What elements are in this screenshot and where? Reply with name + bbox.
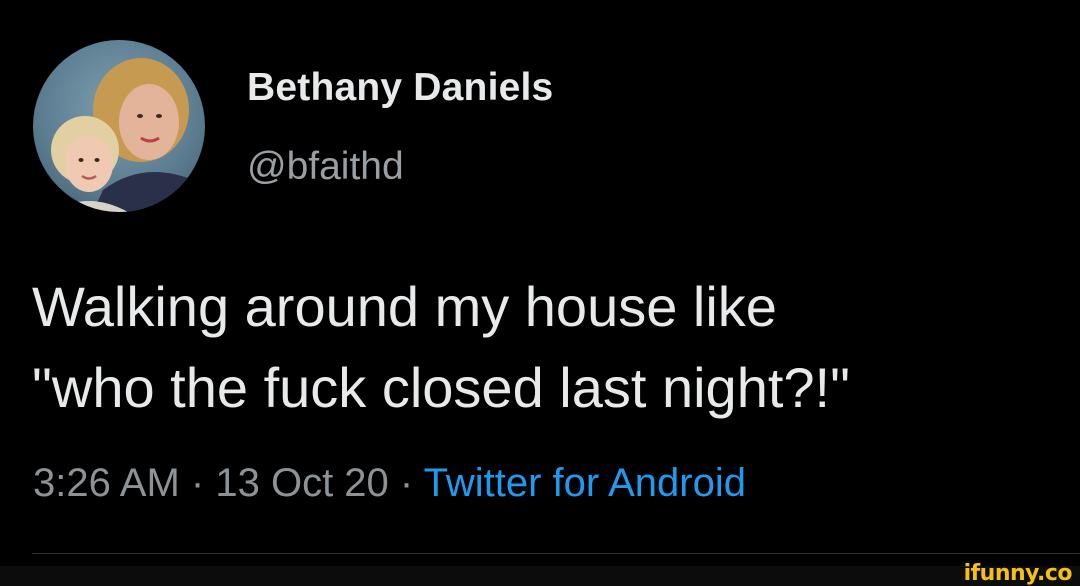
tweet-date[interactable]: 13 Oct 20 [215,461,388,505]
tweet-text: Walking around my house like "who the fu… [32,266,1072,428]
author-handle[interactable]: @bfaithd [247,145,404,189]
author-display-name[interactable]: Bethany Daniels [247,66,553,110]
author-avatar[interactable] [33,40,205,212]
ifunny-watermark: ifunny.co [963,561,1073,586]
tweet-meta: 3:26 AM · 13 Oct 20 · Twitter for Androi… [33,461,746,506]
meta-separator: · [399,461,414,505]
profile-photo-icon [51,58,205,212]
tweet-time[interactable]: 3:26 AM [33,461,180,505]
meta-separator: · [190,461,205,505]
tweet-text-line: Walking around my house like [32,275,777,338]
divider [32,553,1080,554]
tweet-source-link[interactable]: Twitter for Android [424,461,746,505]
footer-bar [0,566,1080,586]
tweet-card: Bethany Daniels @bfaithd Walking around … [0,0,1080,586]
tweet-text-line: "who the fuck closed last night?!" [32,356,850,419]
